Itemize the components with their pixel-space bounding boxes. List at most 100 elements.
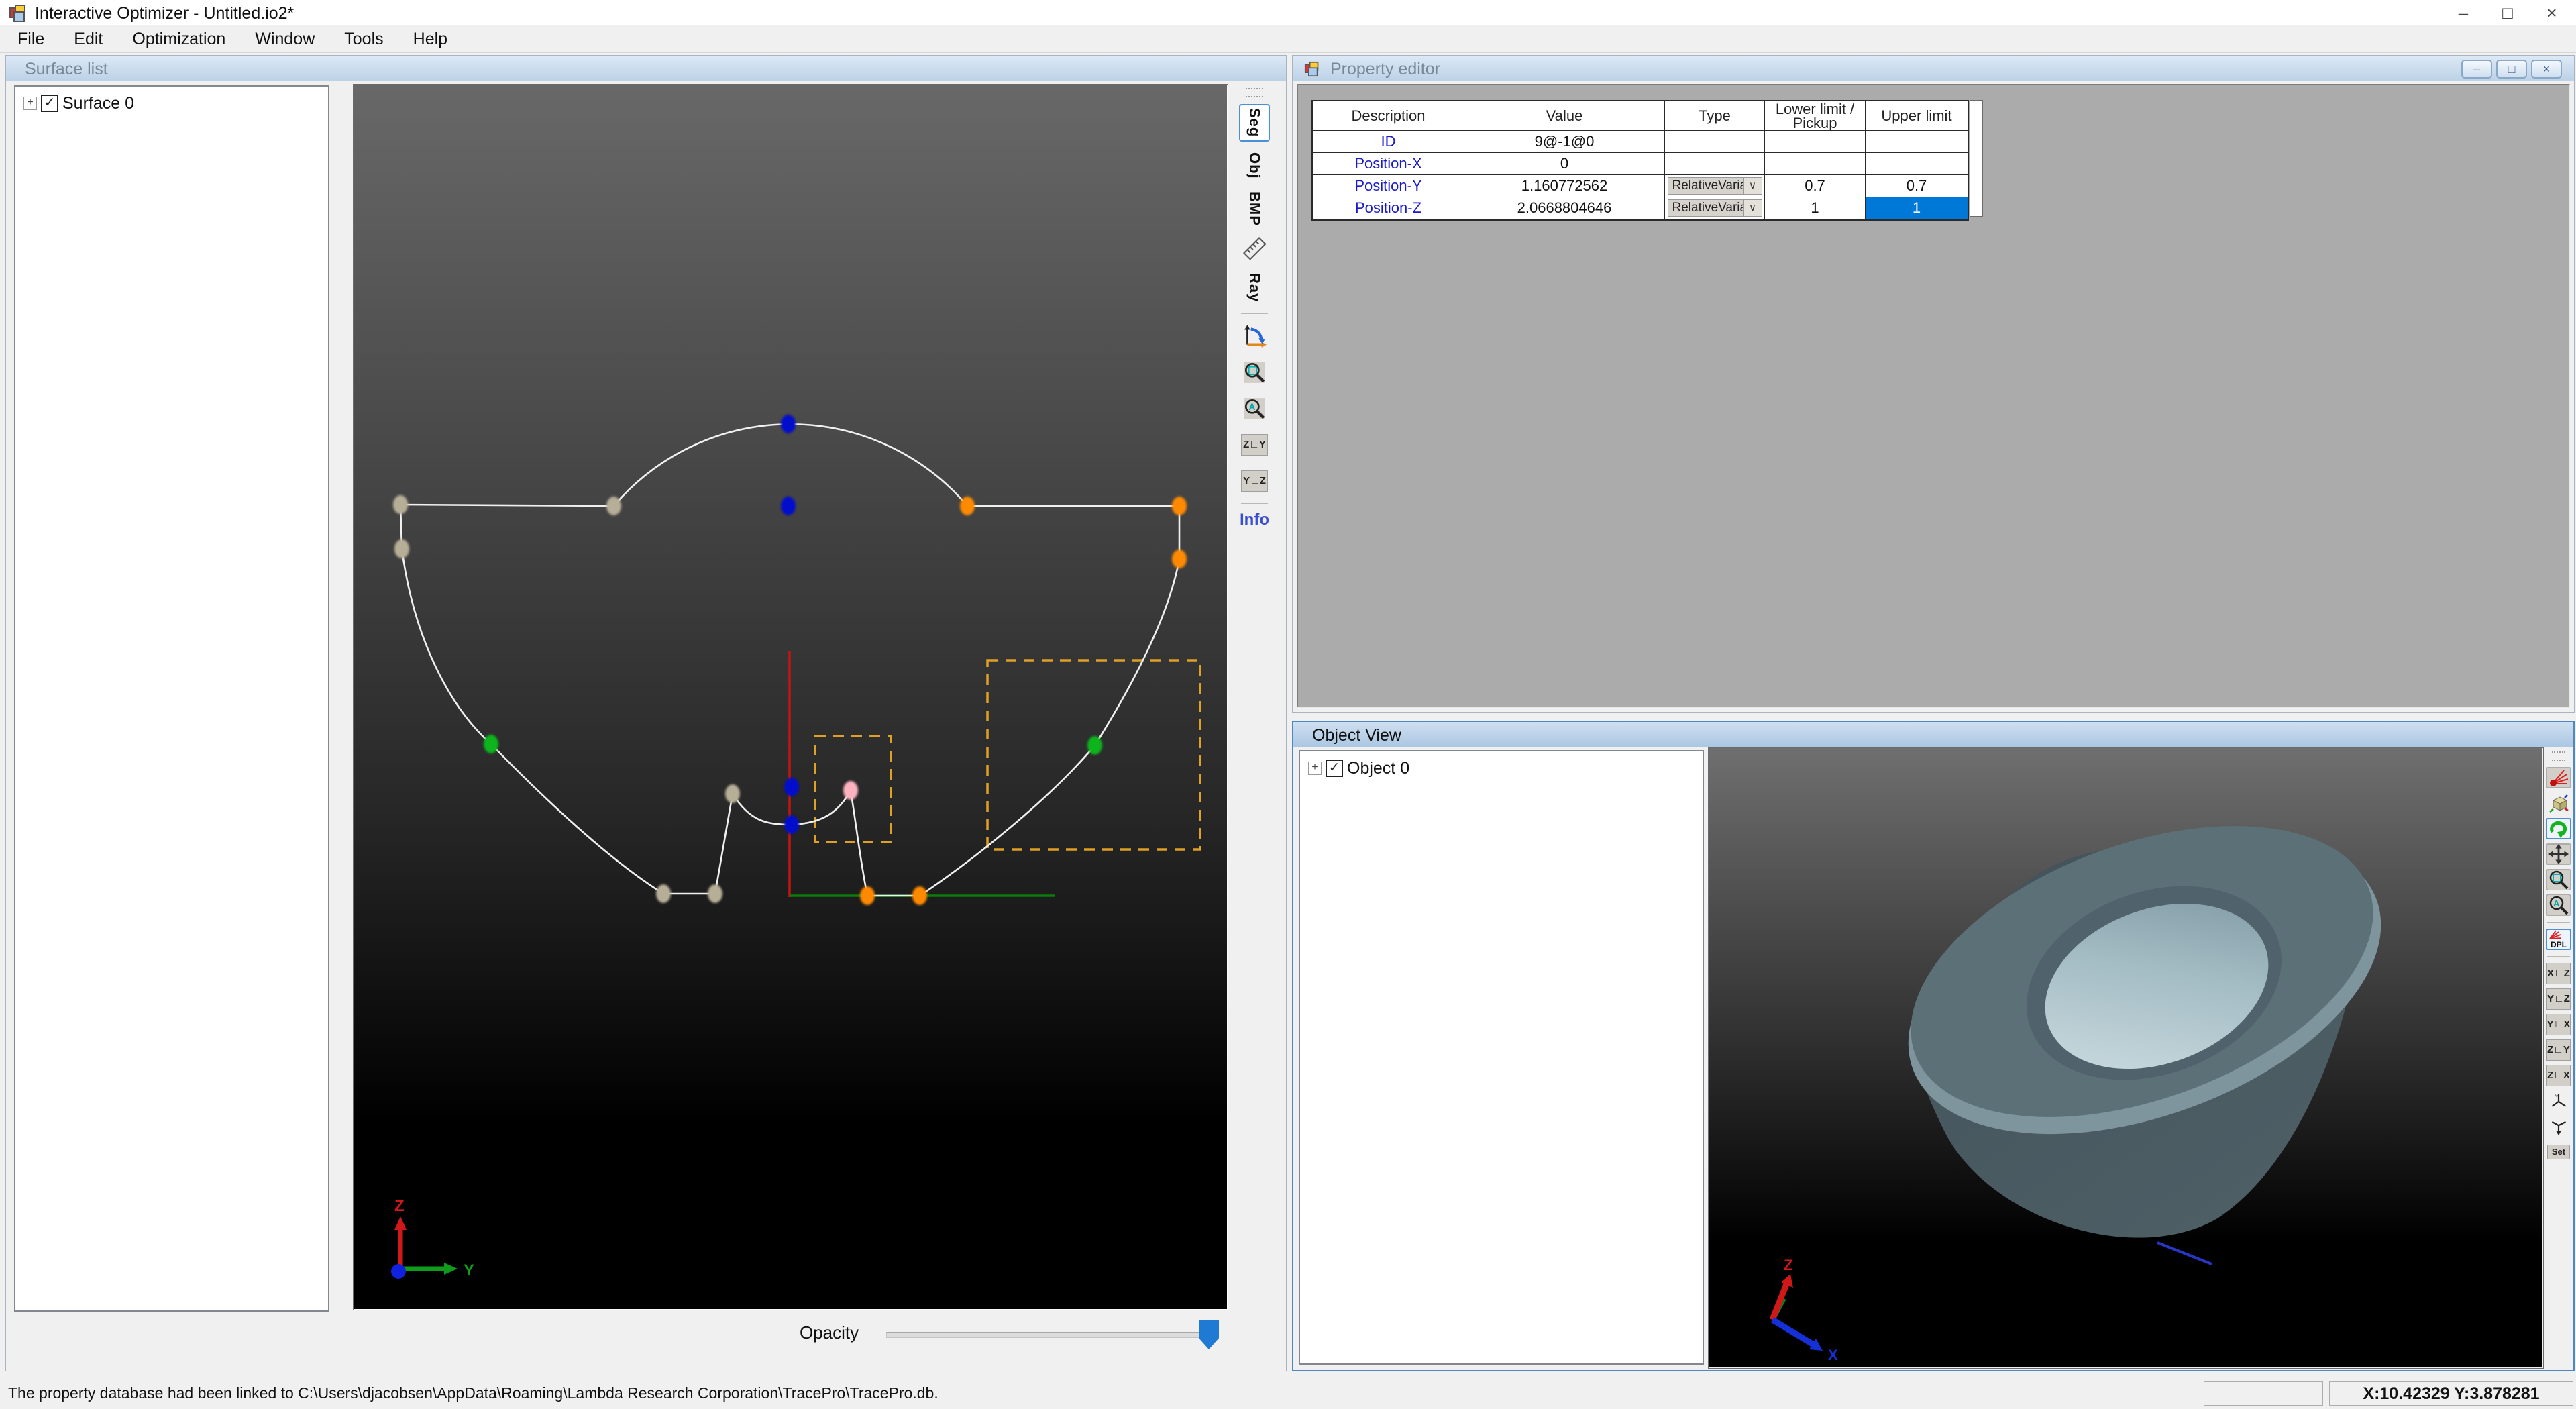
property-description[interactable]: Position-Y [1313,175,1464,197]
property-table[interactable]: DescriptionValueTypeLower limit /PickupU… [1311,100,1969,221]
upper-limit-cell[interactable]: 0.7 [1866,175,1968,197]
lower-limit-cell[interactable] [1765,153,1866,175]
view-iso1-icon[interactable]: Y [2546,1090,2571,1112]
lower-limit-cell[interactable] [1765,131,1866,153]
control-point-gray[interactable] [708,884,722,903]
control-point-green[interactable] [1087,736,1102,755]
column-header: Value [1464,101,1665,131]
view-iso2-icon[interactable] [2546,1116,2571,1137]
control-point-blue[interactable] [784,815,799,834]
maximize-button[interactable]: □ [2486,0,2529,25]
view-zy-icon[interactable]: Z∟Y [1239,429,1270,460]
lower-limit-cell[interactable]: 0.7 [1765,175,1866,197]
axis-x-label: X [1828,1347,1838,1363]
property-value-cell[interactable]: 2.0668804646 [1464,197,1665,219]
chevron-down-icon[interactable]: ∨ [1743,200,1762,216]
menu-window[interactable]: Window [240,25,329,52]
control-point-gray[interactable] [656,884,671,903]
zoom-window-icon[interactable] [2546,869,2571,890]
surface0-checkbox[interactable]: ✓ [41,95,58,112]
property-value-cell[interactable]: 9@-1@0 [1464,131,1665,153]
property-description[interactable]: Position-Z [1313,197,1464,219]
property-type-cell[interactable] [1665,131,1765,153]
zoom-all-icon[interactable]: A [1239,393,1270,424]
view-yz-icon[interactable]: Y∟Z [1239,466,1270,497]
pane-close-button[interactable]: × [2531,60,2562,79]
tree-item-surface0[interactable]: + ✓ Surface 0 [23,93,134,113]
lower-limit-cell[interactable]: 1 [1765,197,1866,219]
control-point-orange[interactable] [1172,550,1187,568]
view-yz-icon[interactable]: Y∟Z [2546,988,2571,1010]
dpl-icon[interactable]: DPL [2546,929,2571,950]
set-view-button[interactable]: SetVIEW [2546,1141,2571,1163]
property-value-cell[interactable]: 0 [1464,153,1665,175]
minimize-button[interactable]: – [2442,0,2485,25]
property-type-cell[interactable]: RelativeVaria...∨ [1665,175,1765,197]
control-point-orange[interactable] [912,886,927,905]
expand-plus-icon[interactable]: + [23,97,37,110]
menu-help[interactable]: Help [398,25,462,52]
type-dropdown[interactable]: RelativeVaria...∨ [1668,177,1762,195]
control-point-blue[interactable] [781,415,796,433]
object0-checkbox[interactable]: ✓ [1326,760,1343,777]
control-point-gray[interactable] [394,539,409,558]
control-point-orange[interactable] [860,886,875,905]
pane-minimize-button[interactable]: – [2461,60,2492,79]
control-point-blue[interactable] [781,497,796,515]
property-value-cell[interactable]: 1.160772562 [1464,175,1665,197]
upper-limit-cell[interactable]: 1 [1866,197,1968,219]
orientation-cube-icon[interactable] [2546,792,2571,814]
control-point-orange[interactable] [960,497,975,515]
opacity-slider-thumb[interactable] [1199,1320,1219,1349]
control-point-blue[interactable] [784,778,799,796]
measure-ruler-icon[interactable] [1239,233,1270,264]
raytrace-icon[interactable] [2546,767,2571,788]
menu-file[interactable]: File [3,25,59,52]
view-zy-icon[interactable]: Z∟Y [2546,1039,2571,1061]
object-view-toolbar: A DPL X∟Z Y∟Z Y∟X Z∟Y Z∟X Y SetVIEW [2544,749,2573,1165]
control-point-orange[interactable] [1172,497,1187,515]
expand-plus-icon[interactable]: + [1308,762,1322,775]
bmp-tab[interactable]: BMP [1239,190,1270,227]
control-point-gray[interactable] [725,784,740,803]
type-dropdown[interactable]: RelativeVaria...∨ [1668,199,1762,217]
toolbar-grip[interactable] [1246,88,1263,97]
toolbar-grip[interactable] [2552,751,2565,761]
upper-limit-cell[interactable] [1866,131,1968,153]
menu-tools[interactable]: Tools [329,25,398,52]
property-type-cell[interactable] [1665,153,1765,175]
view-yx-icon[interactable]: Y∟X [2546,1014,2571,1035]
zoom-all-icon[interactable]: A [2546,894,2571,916]
control-point-gray[interactable] [606,497,621,515]
rotate-view-icon[interactable] [2546,818,2571,839]
surface-tree[interactable]: + ✓ Surface 0 [14,85,329,1312]
control-point-pink[interactable] [843,781,858,800]
property-type-cell[interactable]: RelativeVaria...∨ [1665,197,1765,219]
fit-view-icon[interactable] [1239,321,1270,352]
chevron-down-icon[interactable]: ∨ [1743,178,1762,194]
obj-tab[interactable]: Obj [1239,147,1270,185]
tree-item-object0[interactable]: + ✓ Object 0 [1308,758,1409,778]
profile-canvas[interactable]: Z Y [354,85,1227,1309]
pane-restore-button[interactable]: □ [2496,60,2527,79]
view-zx-icon[interactable]: Z∟X [2546,1065,2571,1086]
seg-tab[interactable]: Seg [1239,104,1270,142]
upper-limit-cell[interactable] [1866,153,1968,175]
control-point-gray[interactable] [393,495,408,514]
ray-tab[interactable]: Ray [1239,269,1270,307]
object-tree[interactable]: + ✓ Object 0 [1299,750,1704,1365]
column-header: Description [1313,101,1464,131]
object-view-titlebar: Object View [1293,722,2573,747]
menu-optimization[interactable]: Optimization [117,25,240,52]
view-xz-icon[interactable]: X∟Z [2546,963,2571,984]
close-button[interactable]: × [2530,0,2573,25]
surface-list-titlebar: Surface list [6,56,1286,81]
object-3d-view[interactable]: Z X [1709,748,2542,1367]
property-description[interactable]: ID [1313,131,1464,153]
control-point-green[interactable] [484,735,498,753]
zoom-window-icon[interactable] [1239,357,1270,388]
property-description[interactable]: Position-X [1313,153,1464,175]
pan-icon[interactable] [2546,843,2571,865]
menu-edit[interactable]: Edit [59,25,117,52]
opacity-slider[interactable] [886,1332,1219,1338]
